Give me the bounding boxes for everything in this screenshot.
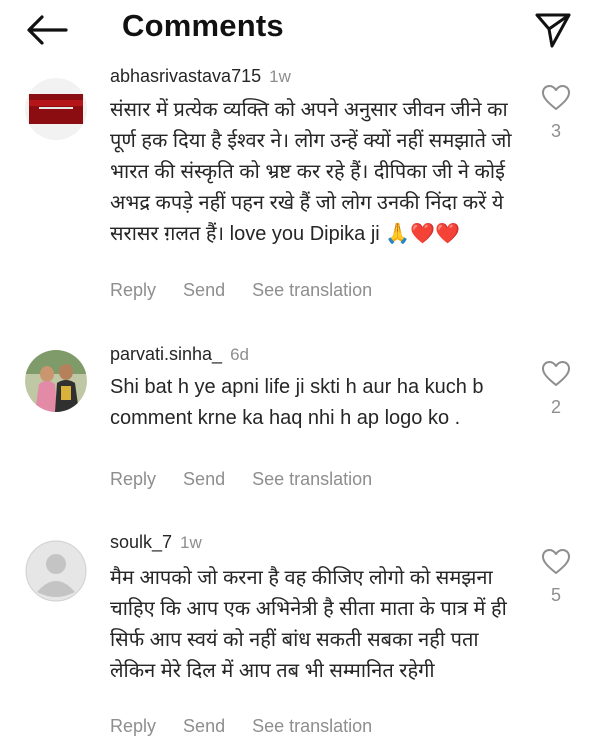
comment-time: 6d: [230, 345, 249, 364]
header-bar: Comments: [0, 0, 604, 58]
comment-item: abhasrivastava715 1w संसार में प्रत्येक व…: [0, 58, 604, 318]
comment-text: संसार में प्रत्येक व्यक्ति को अपने अनुसा…: [110, 99, 512, 245]
comment-item: parvati.sinha_ 6d Shi bat h ye apni life …: [0, 338, 604, 498]
direct-send-icon[interactable]: [532, 9, 574, 51]
comment-username[interactable]: parvati.sinha_: [110, 344, 222, 364]
reply-button[interactable]: Reply: [110, 716, 156, 736]
back-arrow-icon[interactable]: [26, 14, 70, 46]
heart-icon[interactable]: [541, 360, 571, 387]
avatar[interactable]: [25, 540, 87, 602]
comment-time: 1w: [269, 67, 291, 86]
comment-text: मैम आपको जो करना है वह कीजिए लोगो को समझ…: [110, 567, 507, 682]
like-control[interactable]: 3: [538, 84, 574, 142]
see-translation-button[interactable]: See translation: [252, 469, 372, 489]
see-translation-button[interactable]: See translation: [252, 280, 372, 300]
like-count: 5: [550, 585, 561, 605]
heart-icon[interactable]: [541, 548, 571, 575]
like-count: 2: [550, 397, 561, 417]
page-title: Comments: [122, 8, 284, 43]
reply-button[interactable]: Reply: [110, 469, 156, 489]
heart-icon[interactable]: [541, 84, 571, 111]
comment-text: Shi bat h ye apni life ji skti h aur ha …: [110, 376, 484, 429]
reply-button[interactable]: Reply: [110, 280, 156, 300]
like-control[interactable]: 5: [538, 548, 574, 606]
send-button[interactable]: Send: [183, 469, 225, 489]
like-count: 3: [550, 121, 561, 141]
send-button[interactable]: Send: [183, 280, 225, 300]
see-translation-button[interactable]: See translation: [252, 716, 372, 736]
comment-item: soulk_7 1w मैम आपको जो करना है वह कीजिए ल…: [0, 528, 604, 755]
comment-time: 1w: [180, 533, 202, 552]
avatar[interactable]: [25, 78, 87, 140]
avatar[interactable]: [25, 350, 87, 412]
comment-username[interactable]: abhasrivastava715: [110, 66, 261, 86]
comment-username[interactable]: soulk_7: [110, 532, 172, 552]
send-button[interactable]: Send: [183, 716, 225, 736]
like-control[interactable]: 2: [538, 360, 574, 418]
